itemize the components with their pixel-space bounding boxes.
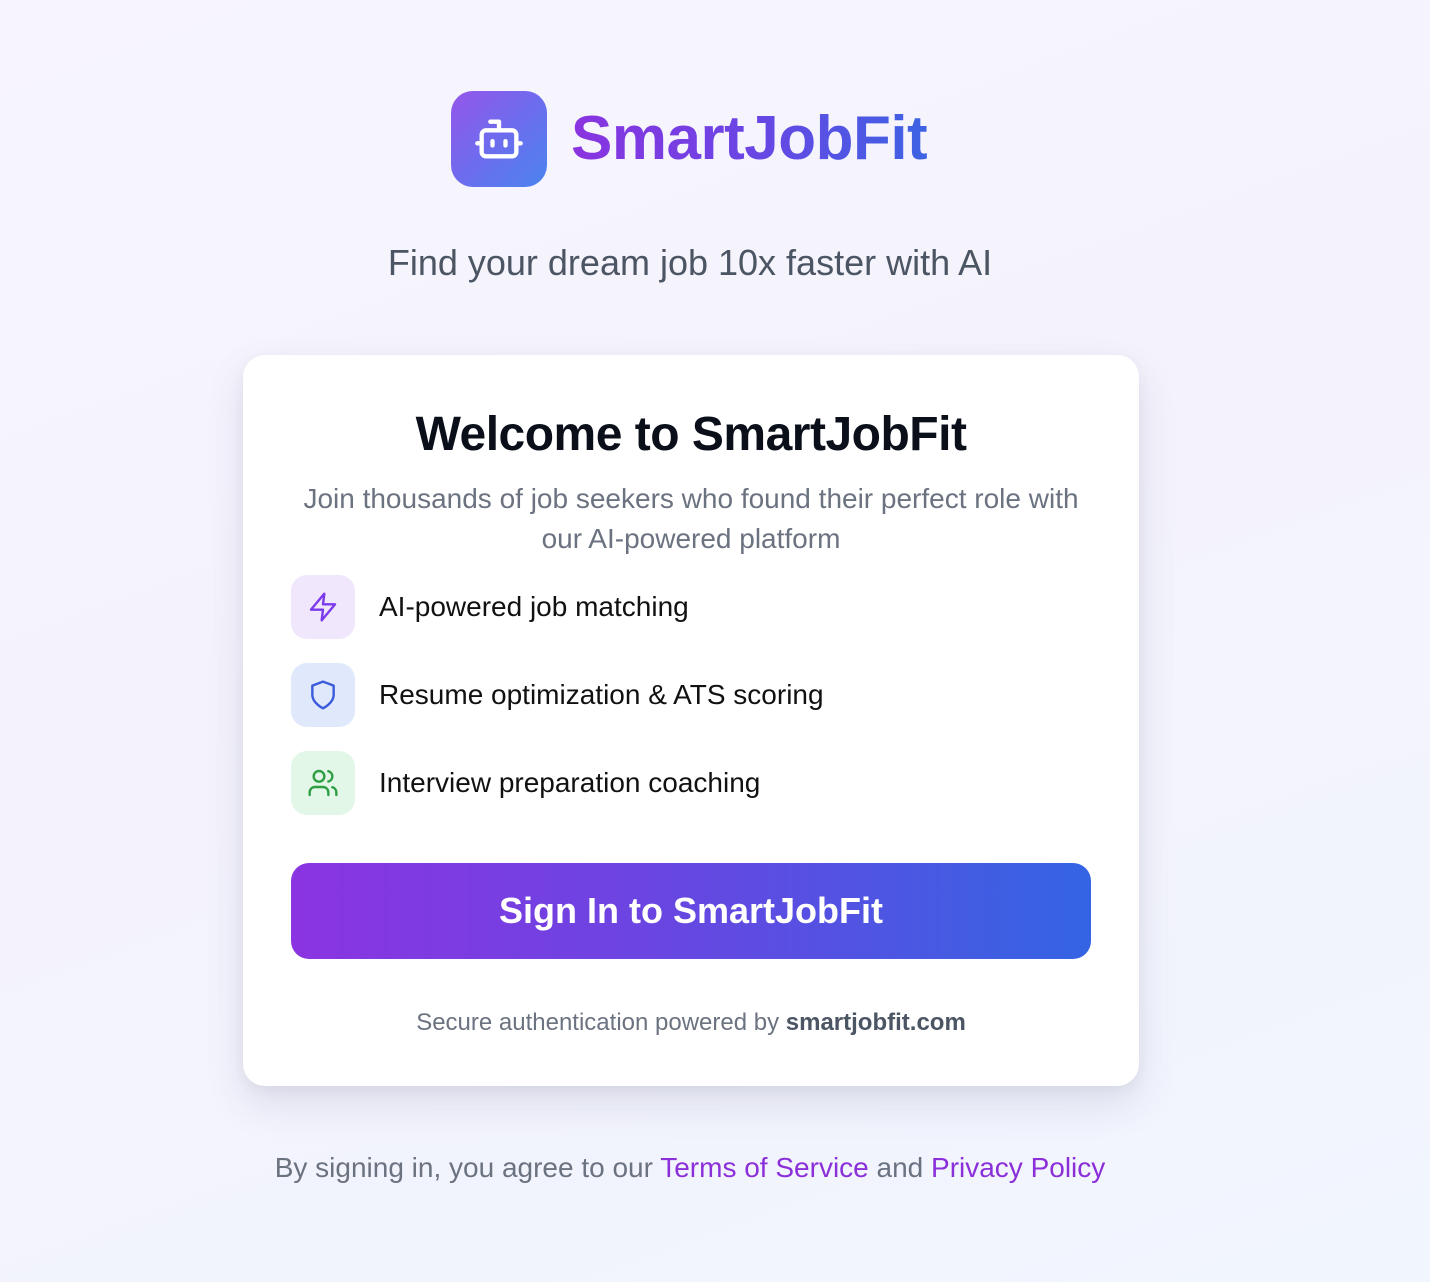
feature-label: AI-powered job matching — [379, 591, 689, 622]
feature-list: AI-powered job matching Resume optimizat… — [291, 575, 1091, 839]
zap-icon — [309, 592, 337, 622]
feature-label: Interview preparation coaching — [379, 767, 761, 798]
feature-item-job-matching: AI-powered job matching — [291, 575, 1091, 639]
feature-icon-wrapper — [291, 575, 355, 639]
terms-of-service-link[interactable]: Terms of Service — [660, 1152, 869, 1183]
bot-icon — [475, 119, 523, 159]
secure-note-domain: smartjobfit.com — [785, 1009, 966, 1036]
welcome-card: Welcome to SmartJobFit Join thousands of… — [243, 355, 1139, 1086]
feature-icon-wrapper — [291, 663, 355, 727]
secure-auth-note: Secure authentication powered by smartjo… — [243, 1009, 1139, 1037]
legal-notice: By signing in, you agree to our Terms of… — [0, 1152, 1380, 1184]
feature-icon-wrapper — [291, 751, 355, 815]
feature-item-interview-coaching: Interview preparation coaching — [291, 751, 1091, 815]
brand-header: SmartJobFit — [451, 91, 928, 187]
tagline: Find your dream job 10x faster with AI — [387, 242, 993, 283]
privacy-policy-link[interactable]: Privacy Policy — [931, 1152, 1105, 1183]
secure-note-text: Secure authentication powered by — [416, 1009, 780, 1036]
feature-item-resume-optimization: Resume optimization & ATS scoring — [291, 663, 1091, 727]
card-title: Welcome to SmartJobFit — [415, 408, 967, 461]
legal-prefix: By signing in, you agree to our — [274, 1152, 653, 1183]
sign-in-button[interactable]: Sign In to SmartJobFit — [291, 863, 1091, 959]
brand-name: SmartJobFit — [571, 104, 928, 173]
card-subtitle: Join thousands of job seekers who found … — [303, 483, 1079, 554]
shield-icon — [311, 680, 335, 710]
legal-and: and — [876, 1152, 924, 1183]
logo — [451, 91, 547, 187]
feature-label: Resume optimization & ATS scoring — [379, 679, 824, 710]
users-icon — [308, 769, 338, 797]
